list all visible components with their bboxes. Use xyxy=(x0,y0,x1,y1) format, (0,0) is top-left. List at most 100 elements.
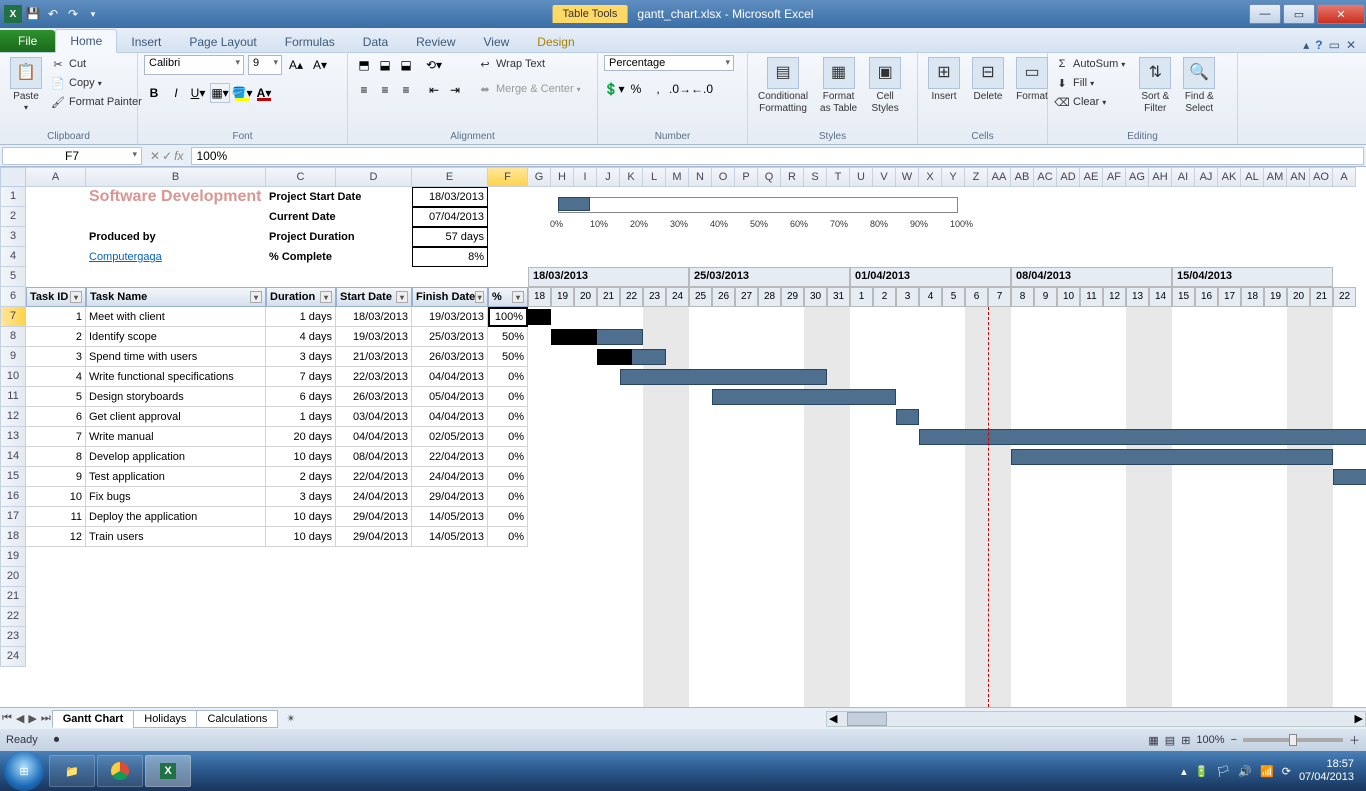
new-sheet-icon[interactable]: ✴ xyxy=(284,712,297,725)
col-header-M[interactable]: M xyxy=(666,167,689,187)
col-header-Y[interactable]: Y xyxy=(942,167,965,187)
increase-font-icon[interactable]: A▴ xyxy=(286,55,306,75)
cell-F6[interactable]: %▾ xyxy=(488,287,528,307)
cell-A18[interactable]: 12 xyxy=(26,527,86,547)
cell-B8[interactable]: Identify scope xyxy=(86,327,266,347)
cell-D16[interactable]: 24/04/2013 xyxy=(336,487,412,507)
sheet-tab-calculations[interactable]: Calculations xyxy=(196,710,278,728)
row-header-5[interactable]: 5 xyxy=(0,267,26,287)
currency-icon[interactable]: 💲▾ xyxy=(604,79,624,99)
format-as-table-button[interactable]: ▦Format as Table xyxy=(816,55,861,117)
window-close-icon[interactable]: ✕ xyxy=(1346,38,1356,52)
col-header-AL[interactable]: AL xyxy=(1241,167,1264,187)
row-header-24[interactable]: 24 xyxy=(0,647,26,667)
filter-arrow-icon[interactable]: ▾ xyxy=(250,291,262,303)
cell-F16[interactable]: 0% xyxy=(488,487,528,507)
cell-C7[interactable]: 1 days xyxy=(266,307,336,327)
col-header-I[interactable]: I xyxy=(574,167,597,187)
row-header-8[interactable]: 8 xyxy=(0,327,26,347)
col-header-AC[interactable]: AC xyxy=(1034,167,1057,187)
select-all-corner[interactable] xyxy=(0,167,26,187)
col-header-N[interactable]: N xyxy=(689,167,712,187)
cell-A7[interactable]: 1 xyxy=(26,307,86,327)
col-header-E[interactable]: E xyxy=(412,167,488,187)
align-middle-icon[interactable]: ⬓ xyxy=(375,55,395,75)
comma-icon[interactable]: , xyxy=(648,79,668,99)
row-header-12[interactable]: 12 xyxy=(0,407,26,427)
cell-D15[interactable]: 22/04/2013 xyxy=(336,467,412,487)
sheet-nav-next-icon[interactable]: ▶ xyxy=(26,712,38,725)
clear-button[interactable]: ⌫Clear▾ xyxy=(1054,93,1125,111)
col-header-AD[interactable]: AD xyxy=(1057,167,1080,187)
cell-F13[interactable]: 0% xyxy=(488,427,528,447)
zoom-out-button[interactable]: − xyxy=(1231,734,1237,746)
sync-icon[interactable]: ⟳ xyxy=(1282,765,1291,778)
align-center-icon[interactable]: ≡ xyxy=(375,80,395,100)
zoom-slider[interactable] xyxy=(1243,738,1343,742)
sort-filter-button[interactable]: ⇅Sort & Filter xyxy=(1135,55,1175,117)
row-header-6[interactable]: 6 xyxy=(0,287,26,307)
cell-E11[interactable]: 05/04/2013 xyxy=(412,387,488,407)
taskbar-clock[interactable]: 18:57 07/04/2013 xyxy=(1299,758,1354,784)
bold-button[interactable]: B xyxy=(144,83,164,103)
cell-C18[interactable]: 10 days xyxy=(266,527,336,547)
cell-C14[interactable]: 10 days xyxy=(266,447,336,467)
cell-A13[interactable]: 7 xyxy=(26,427,86,447)
tab-design[interactable]: Design xyxy=(523,31,588,53)
row-header-1[interactable]: 1 xyxy=(0,187,26,207)
row-header-20[interactable]: 20 xyxy=(0,567,26,587)
paste-button[interactable]: 📋Paste▾ xyxy=(6,55,46,115)
tab-formulas[interactable]: Formulas xyxy=(271,31,349,53)
cell-F18[interactable]: 0% xyxy=(488,527,528,547)
cell-A10[interactable]: 4 xyxy=(26,367,86,387)
zoom-level[interactable]: 100% xyxy=(1196,734,1224,746)
redo-icon[interactable]: ↷ xyxy=(64,5,82,23)
filter-arrow-icon[interactable]: ▾ xyxy=(70,291,82,303)
cell-D17[interactable]: 29/04/2013 xyxy=(336,507,412,527)
cell-A9[interactable]: 3 xyxy=(26,347,86,367)
col-header-A[interactable]: A xyxy=(1333,167,1356,187)
cell-B13[interactable]: Write manual xyxy=(86,427,266,447)
scrollbar-thumb[interactable] xyxy=(847,712,887,726)
sheet-tab-holidays[interactable]: Holidays xyxy=(133,710,197,728)
cell-F10[interactable]: 0% xyxy=(488,367,528,387)
start-button[interactable]: ⊞ xyxy=(4,751,44,791)
col-header-O[interactable]: O xyxy=(712,167,735,187)
col-header-T[interactable]: T xyxy=(827,167,850,187)
col-header-W[interactable]: W xyxy=(896,167,919,187)
tray-up-icon[interactable]: ▴ xyxy=(1181,765,1187,778)
filter-arrow-icon[interactable]: ▾ xyxy=(320,291,332,303)
cell-C3[interactable]: Project Duration xyxy=(266,227,406,247)
col-header-AI[interactable]: AI xyxy=(1172,167,1195,187)
cell-F8[interactable]: 50% xyxy=(488,327,528,347)
row-header-3[interactable]: 3 xyxy=(0,227,26,247)
cell-E8[interactable]: 25/03/2013 xyxy=(412,327,488,347)
cell-E17[interactable]: 14/05/2013 xyxy=(412,507,488,527)
format-cells-button[interactable]: ▭Format xyxy=(1012,55,1052,105)
delete-cells-button[interactable]: ⊟Delete xyxy=(968,55,1008,105)
cell-A17[interactable]: 11 xyxy=(26,507,86,527)
col-header-AG[interactable]: AG xyxy=(1126,167,1149,187)
cell-B4[interactable]: Computergaga xyxy=(86,247,266,267)
insert-cells-button[interactable]: ⊞Insert xyxy=(924,55,964,105)
cell-E15[interactable]: 24/04/2013 xyxy=(412,467,488,487)
cut-button[interactable]: ✂Cut xyxy=(50,55,142,73)
minimize-button[interactable]: — xyxy=(1249,4,1281,24)
row-header-21[interactable]: 21 xyxy=(0,587,26,607)
col-header-X[interactable]: X xyxy=(919,167,942,187)
col-header-AM[interactable]: AM xyxy=(1264,167,1287,187)
number-format-select[interactable]: Percentage xyxy=(604,55,734,71)
row-header-23[interactable]: 23 xyxy=(0,627,26,647)
name-box[interactable]: F7 xyxy=(2,147,142,165)
horizontal-scrollbar[interactable]: ◀ ▶ xyxy=(826,711,1366,727)
col-header-F[interactable]: F xyxy=(488,167,528,187)
sheet-tab-gantt[interactable]: Gantt Chart xyxy=(52,710,135,728)
cell-E1[interactable]: 18/03/2013 xyxy=(412,187,488,207)
cell-B11[interactable]: Design storyboards xyxy=(86,387,266,407)
cell-C17[interactable]: 10 days xyxy=(266,507,336,527)
cell-C13[interactable]: 20 days xyxy=(266,427,336,447)
wrap-text-button[interactable]: ↩Wrap Text xyxy=(477,55,581,73)
sheet-nav-first-icon[interactable]: ⏮ xyxy=(0,712,14,725)
col-header-AJ[interactable]: AJ xyxy=(1195,167,1218,187)
cell-A12[interactable]: 6 xyxy=(26,407,86,427)
